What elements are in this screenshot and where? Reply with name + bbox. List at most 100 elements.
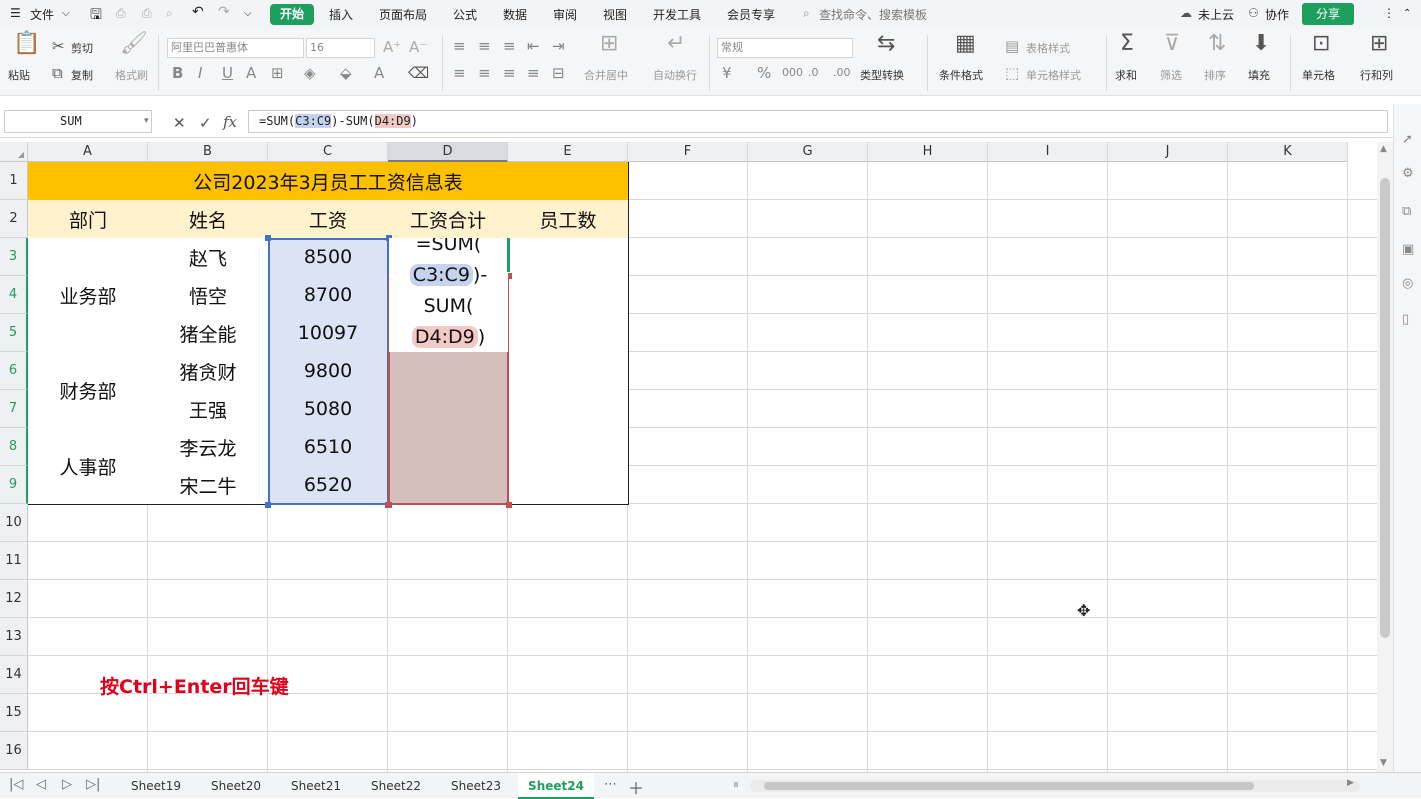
column-header-g[interactable]: G bbox=[748, 142, 868, 162]
export-icon[interactable]: ⎙ bbox=[116, 6, 126, 21]
collab-button[interactable]: 协作 bbox=[1265, 6, 1289, 23]
scroll-down-icon[interactable]: ▼ bbox=[1380, 758, 1387, 768]
currency-icon[interactable]: ¥ bbox=[722, 65, 732, 81]
row-header-2[interactable]: 2 bbox=[0, 200, 28, 238]
tab-review[interactable]: 审阅 bbox=[553, 6, 577, 23]
department-cell[interactable]: 业务部 bbox=[28, 238, 149, 353]
fill-color-icon[interactable]: ◈ bbox=[304, 65, 316, 81]
align-top-icon[interactable]: ≡ bbox=[453, 38, 466, 54]
fill-button[interactable]: 填充 bbox=[1248, 67, 1270, 83]
underline-icon[interactable]: U bbox=[222, 65, 233, 81]
cancel-icon[interactable]: ✕ bbox=[173, 114, 186, 132]
salary-cell[interactable]: 6510 bbox=[268, 428, 389, 467]
cloud-status[interactable]: 未上云 bbox=[1198, 6, 1234, 23]
row-header-6[interactable]: 6 bbox=[0, 352, 28, 390]
column-header-b[interactable]: B bbox=[148, 142, 268, 162]
cell-editor[interactable]: =SUM( C3:C9)- SUM( D4:D9) bbox=[389, 238, 508, 352]
range-handle[interactable] bbox=[265, 235, 271, 241]
row-header-5[interactable]: 5 bbox=[0, 314, 28, 352]
copy-button[interactable]: 复制 bbox=[71, 67, 93, 83]
sum-button[interactable]: 求和 bbox=[1115, 67, 1137, 83]
sheet-tab[interactable]: Sheet21 bbox=[278, 773, 354, 799]
column-header-k[interactable]: K bbox=[1228, 142, 1348, 162]
salary-total-cell[interactable] bbox=[388, 352, 509, 429]
tab-formulas[interactable]: 公式 bbox=[453, 6, 477, 23]
align-left-icon[interactable]: ≡ bbox=[453, 65, 466, 81]
column-header-j[interactable]: J bbox=[1108, 142, 1228, 162]
font-shrink-icon[interactable]: A⁻ bbox=[409, 39, 427, 55]
header-department[interactable]: 部门 bbox=[28, 200, 149, 239]
header-employee-count[interactable]: 员工数 bbox=[508, 200, 629, 239]
formula-input[interactable]: =SUM(C3:C9)-SUM(D4:D9) bbox=[248, 110, 1388, 133]
row-header-15[interactable]: 15 bbox=[0, 694, 28, 732]
column-header-f[interactable]: F bbox=[628, 142, 748, 162]
header-salary-total[interactable]: 工资合计 bbox=[388, 200, 509, 239]
type-convert-button[interactable]: 类型转换 bbox=[860, 67, 904, 83]
paste-icon[interactable]: 📋 bbox=[13, 33, 40, 55]
salary-cell[interactable]: 8500 bbox=[268, 238, 389, 277]
italic-icon[interactable]: I bbox=[198, 65, 202, 81]
cut-button[interactable]: 剪切 bbox=[71, 40, 93, 56]
image-icon[interactable]: ▣ bbox=[1402, 242, 1414, 257]
font-name-select[interactable]: 阿里巴巴普惠体 bbox=[167, 38, 304, 58]
conditional-format-icon[interactable]: ▦ bbox=[955, 33, 976, 55]
vertical-scrollbar[interactable]: ▲ ▼ bbox=[1377, 142, 1393, 772]
add-sheet-icon[interactable]: ＋ bbox=[628, 775, 644, 799]
vertical-scroll-thumb[interactable] bbox=[1380, 178, 1390, 638]
command-search[interactable]: 查找命令、搜索模板 bbox=[819, 6, 927, 23]
distribute-icon[interactable]: ⊟ bbox=[552, 65, 565, 81]
sort-icon[interactable]: ⇅ bbox=[1208, 33, 1226, 55]
select-all-corner[interactable]: ◢ bbox=[0, 142, 28, 162]
row-header-8[interactable]: 8 bbox=[0, 428, 28, 466]
preview-icon[interactable]: ⌕ bbox=[166, 6, 173, 21]
paste-button[interactable]: 粘贴 bbox=[8, 67, 30, 83]
clear-icon[interactable]: ⌫ bbox=[408, 65, 429, 81]
row-header-13[interactable]: 13 bbox=[0, 618, 28, 656]
cell-button[interactable]: 单元格 bbox=[1302, 67, 1335, 83]
quick-access-more-icon[interactable]: ⌵ bbox=[244, 8, 252, 19]
column-header-d[interactable]: D bbox=[388, 142, 508, 162]
strikethrough-icon[interactable]: A bbox=[246, 65, 256, 81]
select-tool-icon[interactable]: ➚ bbox=[1402, 132, 1413, 147]
row-header-9[interactable]: 9 bbox=[0, 466, 28, 504]
name-cell[interactable]: 悟空 bbox=[148, 276, 269, 315]
horizontal-scroll-thumb[interactable] bbox=[764, 782, 1254, 790]
scroll-right-icon[interactable]: ▶ bbox=[1347, 778, 1354, 788]
bold-icon[interactable]: B bbox=[172, 65, 183, 81]
font-size-select[interactable]: 16 bbox=[306, 38, 375, 58]
next-sheet-icon[interactable]: ▷ bbox=[62, 777, 72, 792]
share-button[interactable]: 分享 bbox=[1302, 3, 1354, 25]
location-icon[interactable]: ◎ bbox=[1402, 276, 1413, 291]
merge-center-button[interactable]: 合并居中 bbox=[584, 67, 628, 83]
tab-view[interactable]: 视图 bbox=[603, 6, 627, 23]
filter-button[interactable]: 筛选 bbox=[1160, 67, 1182, 83]
row-header-7[interactable]: 7 bbox=[0, 390, 28, 428]
chevron-down-icon[interactable]: ⌵ bbox=[62, 8, 70, 19]
name-cell[interactable]: 宋二牛 bbox=[148, 466, 269, 505]
column-header-a[interactable]: A bbox=[28, 142, 148, 162]
sum-icon[interactable]: Σ bbox=[1120, 33, 1134, 55]
sheet-tab[interactable]: Sheet22 bbox=[358, 773, 434, 799]
align-right-icon[interactable]: ≡ bbox=[503, 65, 516, 81]
percent-icon[interactable]: % bbox=[757, 65, 771, 81]
department-cell[interactable]: 财务部 bbox=[28, 352, 149, 429]
row-header-3[interactable]: 3 bbox=[0, 238, 28, 276]
hamburger-icon[interactable]: ☰ bbox=[10, 6, 21, 20]
column-header-i[interactable]: I bbox=[988, 142, 1108, 162]
first-sheet-icon[interactable]: |◁ bbox=[9, 777, 23, 792]
align-middle-icon[interactable]: ≡ bbox=[478, 38, 491, 54]
border-icon[interactable]: ⊞ bbox=[271, 65, 284, 81]
row-col-button[interactable]: 行和列 bbox=[1360, 67, 1393, 83]
tab-developer[interactable]: 开发工具 bbox=[653, 6, 701, 23]
number-format-select[interactable]: 常规 bbox=[717, 38, 853, 58]
align-center-icon[interactable]: ≡ bbox=[478, 65, 491, 81]
prev-sheet-icon[interactable]: ◁ bbox=[36, 777, 46, 792]
tab-member[interactable]: 会员专享 bbox=[727, 6, 775, 23]
row-header-12[interactable]: 12 bbox=[0, 580, 28, 618]
save-icon[interactable]: 🖫 bbox=[90, 4, 102, 28]
header-name[interactable]: 姓名 bbox=[148, 200, 269, 239]
indent-increase-icon[interactable]: ⇥ bbox=[552, 38, 565, 54]
font-grow-icon[interactable]: A⁺ bbox=[383, 39, 401, 55]
row-header-10[interactable]: 10 bbox=[0, 504, 28, 542]
salary-cell[interactable]: 6520 bbox=[268, 466, 389, 505]
